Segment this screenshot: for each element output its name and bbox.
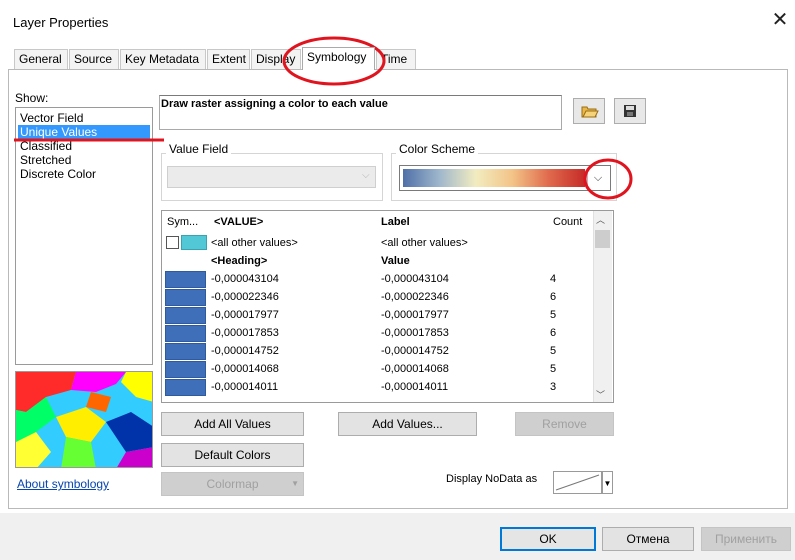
tab-symbology[interactable]: Symbology: [302, 47, 375, 70]
annotation-circle-color-scheme: [583, 158, 633, 200]
annotation-overlay: [14, 36, 633, 200]
